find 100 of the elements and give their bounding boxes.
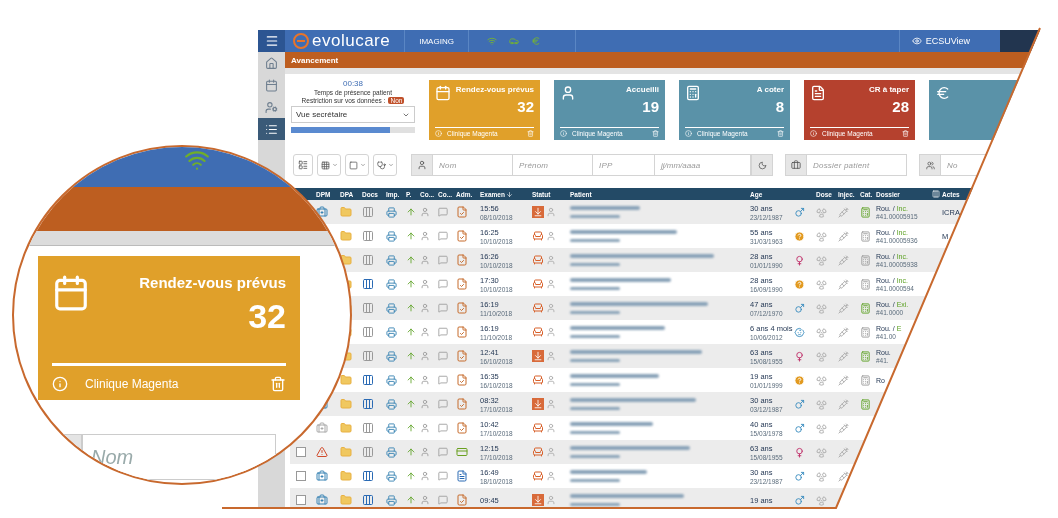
document-check-icon[interactable] — [456, 350, 468, 362]
person-icon[interactable] — [420, 207, 430, 217]
calculator-icon[interactable] — [860, 350, 871, 362]
filter-button[interactable] — [373, 154, 397, 176]
folder-icon[interactable] — [340, 230, 352, 242]
radiation-icon[interactable] — [816, 398, 827, 410]
warning-icon[interactable] — [316, 446, 328, 458]
comment-icon[interactable] — [438, 303, 448, 313]
card-icon[interactable] — [456, 446, 468, 458]
info-icon[interactable] — [52, 376, 68, 392]
printer-icon[interactable] — [386, 254, 397, 266]
syringe-icon[interactable] — [838, 254, 849, 266]
radiation-icon[interactable] — [816, 350, 827, 362]
comment-icon[interactable] — [438, 279, 448, 289]
trash-icon[interactable] — [652, 130, 659, 137]
document-check-icon[interactable] — [456, 206, 468, 218]
syringe-icon[interactable] — [838, 470, 849, 482]
syringe-icon[interactable] — [838, 326, 849, 338]
radiation-icon[interactable] — [816, 446, 827, 458]
menu-button[interactable] — [258, 30, 285, 52]
comment-icon[interactable] — [438, 399, 448, 409]
syringe-icon[interactable] — [838, 374, 849, 386]
arrow-up-icon[interactable] — [406, 351, 416, 361]
arrow-up-icon[interactable] — [406, 399, 416, 409]
arrow-up-icon[interactable] — [406, 303, 416, 313]
home-icon[interactable] — [265, 56, 278, 70]
eye-icon[interactable] — [911, 36, 922, 46]
trash-icon[interactable] — [902, 130, 909, 137]
printer-icon[interactable] — [386, 206, 397, 218]
person-icon[interactable] — [420, 447, 430, 457]
documents-icon[interactable] — [362, 206, 374, 218]
search-field[interactable]: Nom — [433, 154, 513, 176]
folder-icon[interactable] — [340, 422, 352, 434]
radiation-icon[interactable] — [816, 230, 827, 242]
arrow-up-icon[interactable] — [406, 471, 416, 481]
printer-icon[interactable] — [386, 350, 397, 362]
person-icon[interactable] — [420, 471, 430, 481]
person-icon[interactable] — [420, 375, 430, 385]
view-select[interactable]: Vue secrétaire — [291, 106, 415, 123]
info-icon[interactable] — [560, 130, 567, 137]
comment-icon[interactable] — [438, 231, 448, 241]
search-field[interactable]: Prénom — [513, 154, 593, 176]
documents-icon[interactable] — [362, 398, 374, 410]
person-icon[interactable] — [420, 423, 430, 433]
syringe-icon[interactable] — [838, 278, 849, 290]
printer-icon[interactable] — [386, 278, 397, 290]
car-icon[interactable] — [508, 36, 519, 46]
calculator-icon[interactable] — [860, 398, 871, 410]
syringe-icon[interactable] — [838, 206, 849, 218]
radiation-icon[interactable] — [816, 302, 827, 314]
person-icon[interactable] — [420, 495, 430, 505]
calculator-icon[interactable] — [860, 326, 871, 338]
folder-icon[interactable] — [340, 374, 352, 386]
sidebar-item[interactable] — [258, 118, 285, 140]
document-check-icon[interactable] — [456, 230, 468, 242]
documents-icon[interactable] — [362, 230, 374, 242]
printer-icon[interactable] — [386, 446, 397, 458]
row-checkbox[interactable] — [296, 447, 306, 457]
calculator-icon[interactable] — [860, 206, 871, 218]
calculator-icon[interactable] — [860, 230, 871, 242]
syringe-icon[interactable] — [838, 230, 849, 242]
person-icon[interactable] — [420, 279, 430, 289]
printer-icon[interactable] — [386, 230, 397, 242]
printer-icon[interactable] — [386, 422, 397, 434]
medical-case-icon[interactable] — [316, 494, 328, 506]
arrow-up-icon[interactable] — [406, 495, 416, 505]
info-icon[interactable] — [810, 130, 817, 137]
printer-icon[interactable] — [386, 470, 397, 482]
document-check-icon[interactable] — [456, 326, 468, 338]
caret-icon[interactable] — [387, 162, 394, 168]
row-checkbox[interactable] — [296, 495, 306, 505]
printer-icon[interactable] — [386, 374, 397, 386]
square-icon[interactable] — [348, 160, 358, 170]
person-icon[interactable] — [420, 303, 430, 313]
list-icon[interactable] — [265, 122, 278, 136]
radiation-icon[interactable] — [816, 254, 827, 266]
dossier-field[interactable]: Dossier patient — [807, 154, 907, 176]
documents-icon[interactable] — [362, 302, 374, 314]
syringe-icon[interactable] — [838, 350, 849, 362]
document-check-icon[interactable] — [456, 278, 468, 290]
documents-icon[interactable] — [362, 278, 374, 290]
documents-icon[interactable] — [362, 470, 374, 482]
comment-icon[interactable] — [438, 375, 448, 385]
grid-icon[interactable] — [320, 160, 330, 170]
comment-icon[interactable] — [438, 447, 448, 457]
syringe-icon[interactable] — [838, 398, 849, 410]
medical-case-icon[interactable] — [316, 470, 328, 482]
person-icon[interactable] — [420, 399, 430, 409]
documents-icon[interactable] — [362, 422, 374, 434]
search-field[interactable]: IPP — [593, 154, 655, 176]
documents-icon[interactable] — [362, 326, 374, 338]
users-icon[interactable] — [919, 154, 941, 176]
wifi-icon[interactable] — [486, 36, 497, 46]
comment-icon[interactable] — [438, 255, 448, 265]
person-icon[interactable] — [420, 351, 430, 361]
list-icon[interactable] — [298, 160, 308, 170]
caret-icon[interactable] — [331, 162, 338, 168]
person-icon[interactable] — [420, 231, 430, 241]
folder-icon[interactable] — [340, 206, 352, 218]
medical-case-icon[interactable] — [316, 422, 328, 434]
